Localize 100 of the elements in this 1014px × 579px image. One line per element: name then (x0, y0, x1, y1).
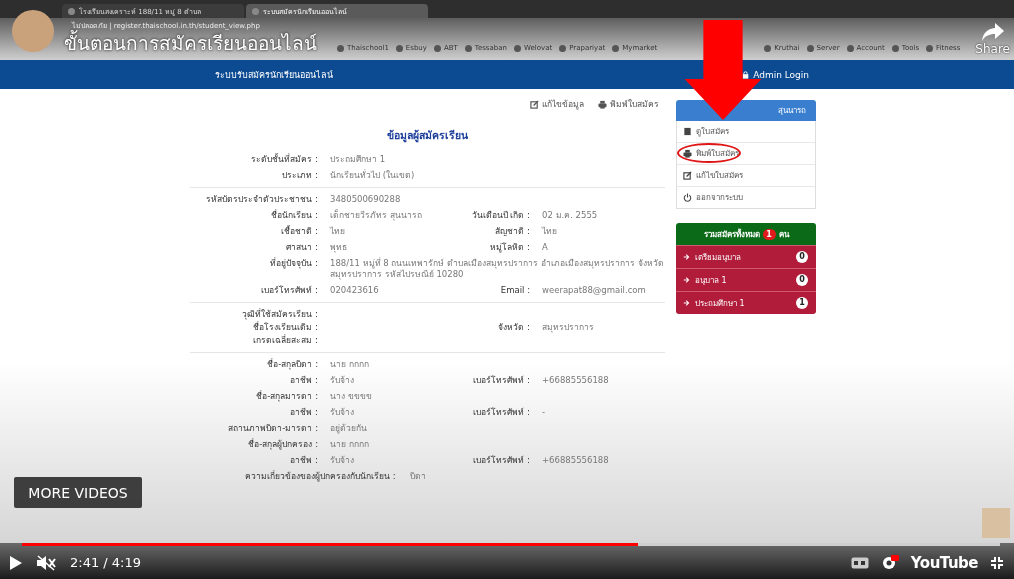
field-label: ความเกี่ยวข้องของผู้ปกครองกับนักเรียน : (245, 471, 396, 482)
field-value: นาย กกกก (330, 439, 370, 450)
field-value: 02 ม.ค. 2555 (542, 210, 599, 221)
settings-icon[interactable] (880, 554, 899, 571)
power-icon (683, 193, 692, 202)
globe-icon (513, 44, 521, 52)
level-label: ประถมศึกษา 1 (695, 297, 745, 310)
field-value: พุทธ (330, 242, 348, 253)
level-label: เตรียมอนุบาล (695, 251, 741, 264)
field-value: 020423616 (330, 285, 380, 296)
globe-icon (846, 44, 854, 52)
printer-icon (598, 99, 607, 109)
summary-title: รวมสมัครทั้งหมด (703, 227, 760, 241)
print-link[interactable]: พิมพ์ใบสมัคร (598, 97, 659, 111)
fullscreen-exit-icon[interactable] (990, 555, 1004, 570)
field-label: ชื่อ-สกุลมารดา : (255, 391, 318, 402)
globe-icon (464, 44, 472, 52)
field-label: ชื่อโรงเรียนเดิม : (252, 322, 318, 333)
field-value: นักเรียนทั่วไป (ในเขต) (330, 170, 416, 181)
field-value: ไทย (542, 226, 558, 237)
field-value: weerapat88@gmail.com (542, 285, 647, 296)
site-title[interactable]: ระบบรับสมัครนักเรียนออนไลน์ (215, 67, 333, 82)
progress-track[interactable] (22, 543, 1000, 546)
total-badge: 1 (762, 228, 776, 240)
field-value: 188/11 หมู่ที่ 8 ถนนเทพารักษ์ ตำบลเมืองสมุทรปราการ อำเภอเมืองสมุทรปราการ จังหวัดสมุทรปราการ รหัสไปรษณีย์ 10280 (330, 258, 665, 280)
level-row[interactable]: ประถมศึกษา 1 1 (676, 291, 816, 314)
favicon-icon (68, 7, 75, 15)
edit-link[interactable]: แก้ไขข้อมูล (530, 97, 584, 111)
field-label: จังหวัด : (497, 322, 530, 333)
field-label: อาชีพ : (289, 407, 318, 418)
level-row[interactable]: อนุบาล 1 0 (676, 268, 816, 291)
globe-icon (612, 44, 620, 52)
field-label: เบอร์โทรศัพท์ : (472, 455, 530, 466)
count-badge: 0 (796, 274, 808, 286)
field-value: ประถมศึกษา 1 (330, 154, 387, 165)
book-icon (683, 127, 692, 136)
field-label: เชื้อชาติ : (280, 226, 318, 237)
field-label: อาชีพ : (289, 375, 318, 386)
field-value: A (542, 242, 549, 253)
globe-icon (764, 44, 772, 52)
field-value: นาง ขขขข (330, 391, 373, 402)
field-value: อยู่ด้วยกัน (330, 423, 368, 434)
field-value: +66885556188 (542, 455, 610, 466)
field-label: ประเภท : (281, 170, 318, 181)
field-label: สถานภาพบิดา-มารดา : (227, 423, 318, 434)
field-value: รับจ้าง (330, 455, 355, 466)
field-label: อาชีพ : (289, 455, 318, 466)
count-badge: 0 (796, 251, 808, 263)
field-label: ระดับชั้นที่สมัคร : (250, 154, 318, 165)
globe-icon (395, 44, 403, 52)
share-arrow-icon (980, 22, 1005, 42)
field-label: ชื่อนักเรียน : (270, 210, 318, 221)
time-display: 2:41 / 4:19 (70, 555, 142, 570)
field-value: - (542, 407, 547, 418)
field-value: เด็กชายวีรภัทร สุนนารถ (330, 210, 423, 221)
field-label: วันเดือนปี เกิด : (470, 210, 530, 221)
edit-icon (530, 99, 539, 109)
field-value: ไทย (330, 226, 346, 237)
field-label: Email : (499, 285, 530, 296)
field-label: รหัสบัตรประจำตัวประชาชน : (205, 194, 318, 205)
field-value: สมุทรปราการ (542, 322, 595, 333)
globe-icon (926, 44, 934, 52)
field-label: เบอร์โทรศัพท์ : (260, 285, 318, 296)
menu-item[interactable]: แก้ไขใบสมัคร (677, 164, 815, 186)
field-label: เบอร์โทรศัพท์ : (472, 407, 530, 418)
muted-speaker-icon[interactable] (36, 554, 56, 571)
field-value: 3480500690288 (330, 194, 402, 205)
captions-icon[interactable] (850, 556, 869, 569)
field-label: สัญชาติ : (494, 226, 530, 237)
globe-icon (433, 44, 441, 52)
field-label: ชื่อ-สกุลผู้ปกครอง : (247, 439, 318, 450)
field-label: วุฒิที่ใช้สมัครเรียน : (241, 309, 318, 320)
field-value: รับจ้าง (330, 375, 355, 386)
field-value: +66885556188 (542, 375, 610, 386)
favicon-icon (252, 7, 259, 15)
field-value: นาย กกกก (330, 359, 370, 370)
play-icon[interactable] (10, 555, 22, 570)
field-label: เบอร์โทรศัพท์ : (472, 375, 530, 386)
globe-icon (806, 44, 814, 52)
edit-icon (683, 171, 692, 180)
level-label: อนุบาล 1 (695, 274, 727, 287)
lock-icon (742, 70, 750, 79)
field-value: รับจ้าง (330, 407, 355, 418)
level-row[interactable]: เตรียมอนุบาล 0 (676, 245, 816, 268)
globe-icon (559, 44, 567, 52)
count-badge: 1 (796, 297, 808, 309)
more-videos-button[interactable]: MORE VIDEOS (14, 477, 142, 508)
globe-icon (891, 44, 899, 52)
menu-item[interactable]: พิมพ์ใบสมัคร (677, 142, 815, 164)
admin-login-link[interactable]: Admin Login (742, 69, 809, 80)
field-label: ศาสนา : (285, 242, 318, 253)
menu-item[interactable]: ดูใบสมัคร (677, 121, 815, 142)
form-heading: ข้อมูลผู้สมัครเรียน (386, 128, 469, 144)
youtube-logo[interactable]: YouTube (910, 553, 978, 572)
menu-item[interactable]: ออกจากระบบ (677, 186, 815, 208)
field-value: บิดา (409, 471, 426, 482)
field-label: หมู่โลหิต : (489, 242, 530, 253)
summary-unit: คน (778, 228, 789, 241)
field-label: ที่อยู่ปัจจุบัน : (269, 258, 318, 271)
field-label: เกรดเฉลี่ยสะสม : (252, 335, 318, 346)
